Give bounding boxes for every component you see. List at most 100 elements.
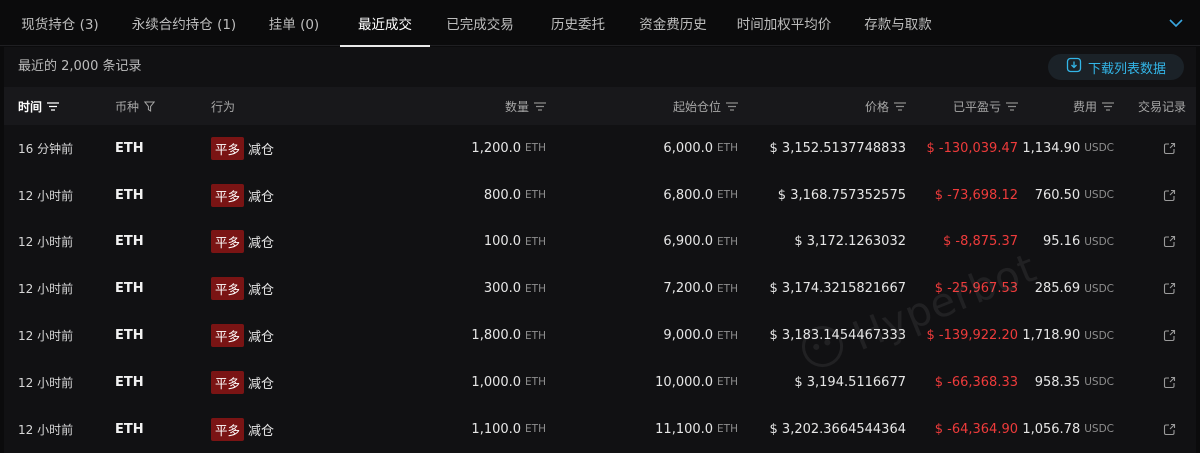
row-coin[interactable]: ETH [115, 406, 144, 453]
row-price: $ 3,202.3664544364 [769, 421, 906, 437]
row-start-position: 6,900.0 ETH [663, 219, 738, 266]
row-start-value: 7,200.0 [663, 281, 714, 297]
column-qty-label: 数量 [504, 99, 529, 114]
tab-bar: 现货持仓 (3) 永续合约持仓 (1) 挂单 (0) 最近成交 已完成交易 历史… [0, 0, 1200, 47]
sort-icon[interactable] [534, 101, 546, 111]
tab-open-orders[interactable]: 挂单 (0) [248, 0, 340, 46]
sort-icon[interactable] [894, 101, 906, 111]
external-link-icon[interactable] [1163, 359, 1176, 406]
app-root: 现货持仓 (3) 永续合约持仓 (1) 挂单 (0) 最近成交 已完成交易 历史… [0, 0, 1200, 453]
row-qty-value: 1,100.0 [471, 421, 522, 437]
row-action: 平多 减仓 [211, 406, 274, 453]
sort-icon[interactable] [47, 101, 60, 111]
row-qty: 1,800.0 ETH [471, 312, 546, 359]
column-qty[interactable]: 数量 [505, 87, 546, 125]
row-start-unit: ETH [717, 329, 738, 342]
download-icon [1066, 57, 1082, 77]
row-start-position: 9,000.0 ETH [663, 312, 738, 359]
column-fee[interactable]: 费用 [1073, 87, 1114, 125]
row-closed-pnl: $ -64,364.90 [934, 421, 1018, 437]
download-list-button[interactable]: 下载列表数据 [1048, 54, 1184, 80]
row-qty: 1,100.0 ETH [471, 406, 546, 453]
row-fee-value: 285.69 [1034, 281, 1081, 297]
row-fee: 760.50 USDC [1035, 172, 1114, 219]
tab-completed-trades[interactable]: 已完成交易 [430, 0, 530, 46]
row-fee-value: 958.35 [1034, 374, 1081, 390]
filter-icon[interactable] [144, 101, 156, 112]
table-row: 12 小时前 ETH 平多 减仓 800.0 ETH 6,800.0 ETH $… [4, 172, 1196, 219]
external-link-icon[interactable] [1163, 312, 1176, 359]
row-fee: 1,134.90 USDC [1022, 125, 1114, 172]
column-time[interactable]: 时间 [18, 87, 60, 125]
row-action: 平多 减仓 [211, 265, 274, 312]
row-fee: 285.69 USDC [1035, 265, 1114, 312]
sort-icon[interactable] [1102, 101, 1114, 111]
row-qty-unit: ETH [525, 423, 546, 436]
tab-recent-fills[interactable]: 最近成交 [340, 0, 430, 47]
close-long-badge: 平多 [211, 230, 245, 254]
tab-order-history[interactable]: 历史委托 [530, 0, 626, 46]
row-start-position: 6,800.0 ETH [663, 172, 738, 219]
row-closed-pnl: $ -8,875.37 [943, 234, 1018, 250]
external-link-icon[interactable] [1163, 406, 1176, 453]
row-coin[interactable]: ETH [115, 359, 144, 406]
column-action-label: 行为 [211, 99, 236, 114]
tab-spot-positions[interactable]: 现货持仓 (3) [0, 0, 120, 46]
close-long-badge: 平多 [211, 277, 245, 301]
row-coin[interactable]: ETH [115, 172, 144, 219]
column-action: 行为 [211, 87, 235, 125]
row-start-unit: ETH [717, 376, 738, 389]
row-closed-pnl: $ -66,368.33 [934, 374, 1018, 390]
row-price: $ 3,194.5116677 [794, 374, 906, 390]
tab-funding-history[interactable]: 资金费历史 [626, 0, 720, 46]
row-qty-value: 800.0 [483, 187, 522, 203]
row-fee-unit: USDC [1084, 282, 1114, 295]
column-start-position[interactable]: 起始仓位 [673, 87, 738, 125]
row-time: 16 分钟前 [18, 141, 74, 156]
row-qty-unit: ETH [525, 142, 546, 155]
table-body: 16 分钟前 ETH 平多 减仓 1,200.0 ETH 6,000.0 ETH… [4, 125, 1196, 453]
row-action: 平多 减仓 [211, 125, 274, 172]
row-start-position: 11,100.0 ETH [655, 406, 738, 453]
row-start-unit: ETH [717, 423, 738, 436]
row-closed-pnl: $ -25,967.53 [934, 281, 1018, 297]
external-link-icon[interactable] [1163, 172, 1176, 219]
table-row: 12 小时前 ETH 平多 减仓 1,100.0 ETH 11,100.0 ET… [4, 406, 1196, 453]
tab-deposits-withdrawals[interactable]: 存款与取款 [848, 0, 948, 46]
external-link-icon[interactable] [1163, 265, 1176, 312]
row-fee-unit: USDC [1084, 142, 1114, 155]
row-fee-unit: USDC [1084, 235, 1114, 248]
row-fee-value: 1,056.78 [1022, 421, 1081, 437]
row-fee-unit: USDC [1084, 376, 1114, 389]
row-start-position: 6,000.0 ETH [663, 125, 738, 172]
tab-perp-positions[interactable]: 永续合约持仓 (1) [120, 0, 248, 46]
row-action-text: 减仓 [248, 376, 275, 392]
row-qty-value: 1,800.0 [471, 328, 522, 344]
row-start-position: 10,000.0 ETH [655, 359, 738, 406]
column-price[interactable]: 价格 [865, 87, 906, 125]
row-time: 12 小时前 [18, 329, 74, 344]
tab-twap[interactable]: 时间加权平均价 [720, 0, 848, 46]
row-fee-value: 1,718.90 [1022, 328, 1081, 344]
row-price: $ 3,152.5137748833 [769, 140, 906, 156]
column-closed-pnl[interactable]: 已平盈亏 [953, 87, 1018, 125]
row-fee-unit: USDC [1084, 423, 1114, 436]
table-row: 16 分钟前 ETH 平多 减仓 1,200.0 ETH 6,000.0 ETH… [4, 125, 1196, 172]
chevron-down-icon[interactable] [1166, 13, 1186, 33]
row-qty-unit: ETH [525, 329, 546, 342]
sort-icon[interactable] [1006, 101, 1018, 111]
column-trade-record: 交易记录 [1138, 87, 1186, 125]
close-long-badge: 平多 [211, 183, 245, 207]
column-coin[interactable]: 币种 [115, 87, 156, 125]
trades-panel: 最近的 2,000 条记录 下载列表数据 时间 币种 行为 数量 起始仓位 价格… [4, 47, 1196, 453]
sort-icon[interactable] [726, 101, 738, 111]
external-link-icon[interactable] [1163, 125, 1176, 172]
row-fee: 95.16 USDC [1043, 219, 1114, 266]
download-label: 下载列表数据 [1087, 61, 1166, 77]
row-coin[interactable]: ETH [115, 219, 144, 266]
row-coin[interactable]: ETH [115, 312, 144, 359]
external-link-icon[interactable] [1163, 219, 1176, 266]
row-start-value: 6,000.0 [663, 140, 714, 156]
row-coin[interactable]: ETH [115, 125, 144, 172]
row-coin[interactable]: ETH [115, 265, 144, 312]
